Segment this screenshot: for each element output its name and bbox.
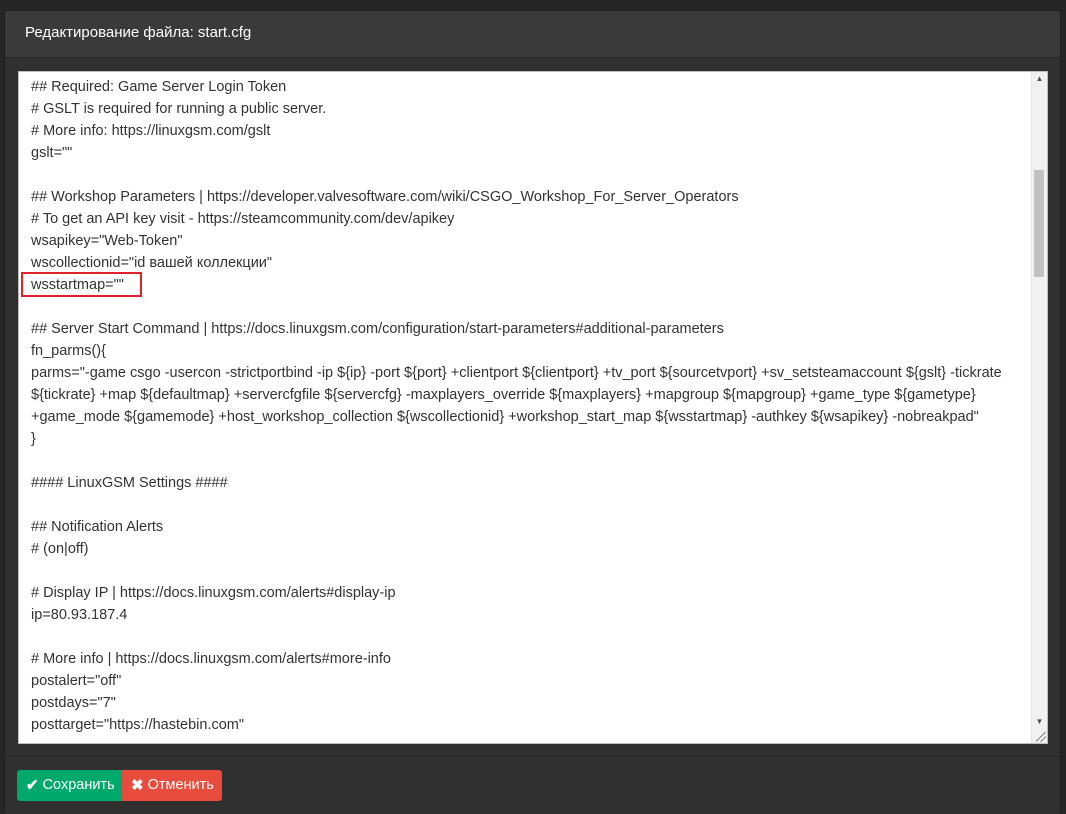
- modal-header: Редактирование файла: start.cfg: [5, 11, 1060, 58]
- editor-line: ## Server Start Command | https://docs.l…: [31, 321, 724, 337]
- editor-line: ip=80.93.187.4: [31, 607, 128, 623]
- editor-line: ## Required: Game Server Login Token: [31, 79, 287, 95]
- check-icon: ✔: [26, 777, 39, 794]
- highlighted-line-text: wsstartmap="": [31, 277, 124, 293]
- cancel-button-label: Отменить: [147, 777, 214, 793]
- editor-line: wscollectionid="id вашей коллекции": [31, 255, 273, 271]
- editor-line: # More info: https://linuxgsm.com/gslt: [31, 123, 271, 139]
- scroll-thumb[interactable]: [1034, 170, 1044, 277]
- editor-line: #### LinuxGSM Settings ####: [31, 475, 228, 491]
- editor-scrollbar[interactable]: ▲ ▼: [1031, 72, 1047, 743]
- editor-line: # Display IP | https://docs.linuxgsm.com…: [31, 585, 396, 601]
- editor-line: # (on|off): [31, 541, 89, 557]
- editor-line: postalert="off": [31, 673, 122, 689]
- save-button[interactable]: ✔ Сохранить: [17, 770, 122, 801]
- editor-line: # To get an API key visit - https://stea…: [31, 211, 455, 227]
- editor-line: posttarget="https://hastebin.com": [31, 717, 245, 733]
- editor-line: ## Notification Alerts: [31, 519, 164, 535]
- editor-content[interactable]: ## Required: Game Server Login Token # GS…: [19, 72, 1031, 743]
- editor-line: ## Workshop Parameters | https://develop…: [31, 189, 739, 205]
- editor-line: # More info | https://docs.linuxgsm.com/…: [31, 651, 391, 667]
- editor-line: }: [31, 431, 36, 447]
- config-editor-textarea[interactable]: ## Required: Game Server Login Token # GS…: [18, 71, 1048, 744]
- editor-line: parms="-game csgo -usercon -strictportbi…: [31, 365, 1006, 425]
- editor-line: postdays="7": [31, 695, 116, 711]
- close-icon: ✖: [131, 777, 144, 794]
- editor-line: gslt="": [31, 145, 73, 161]
- scroll-down-arrow-icon[interactable]: ▼: [1032, 715, 1047, 729]
- save-button-label: Сохранить: [42, 777, 115, 793]
- editor-line-highlighted: wsstartmap="": [21, 272, 1019, 297]
- resize-grip-icon[interactable]: [1036, 732, 1046, 742]
- edit-file-modal: Редактирование файла: start.cfg ## Requi…: [4, 10, 1061, 814]
- modal-title: Редактирование файла: start.cfg: [25, 24, 252, 41]
- modal-footer: ✔ Сохранить ✖ Отменить: [5, 756, 1060, 814]
- editor-line: fn_parms(){: [31, 343, 106, 359]
- scroll-up-arrow-icon[interactable]: ▲: [1032, 72, 1047, 86]
- editor-line: # GSLT is required for running a public …: [31, 101, 327, 117]
- editor-line: wsapikey="Web-Token": [31, 233, 183, 249]
- cancel-button[interactable]: ✖ Отменить: [122, 770, 222, 801]
